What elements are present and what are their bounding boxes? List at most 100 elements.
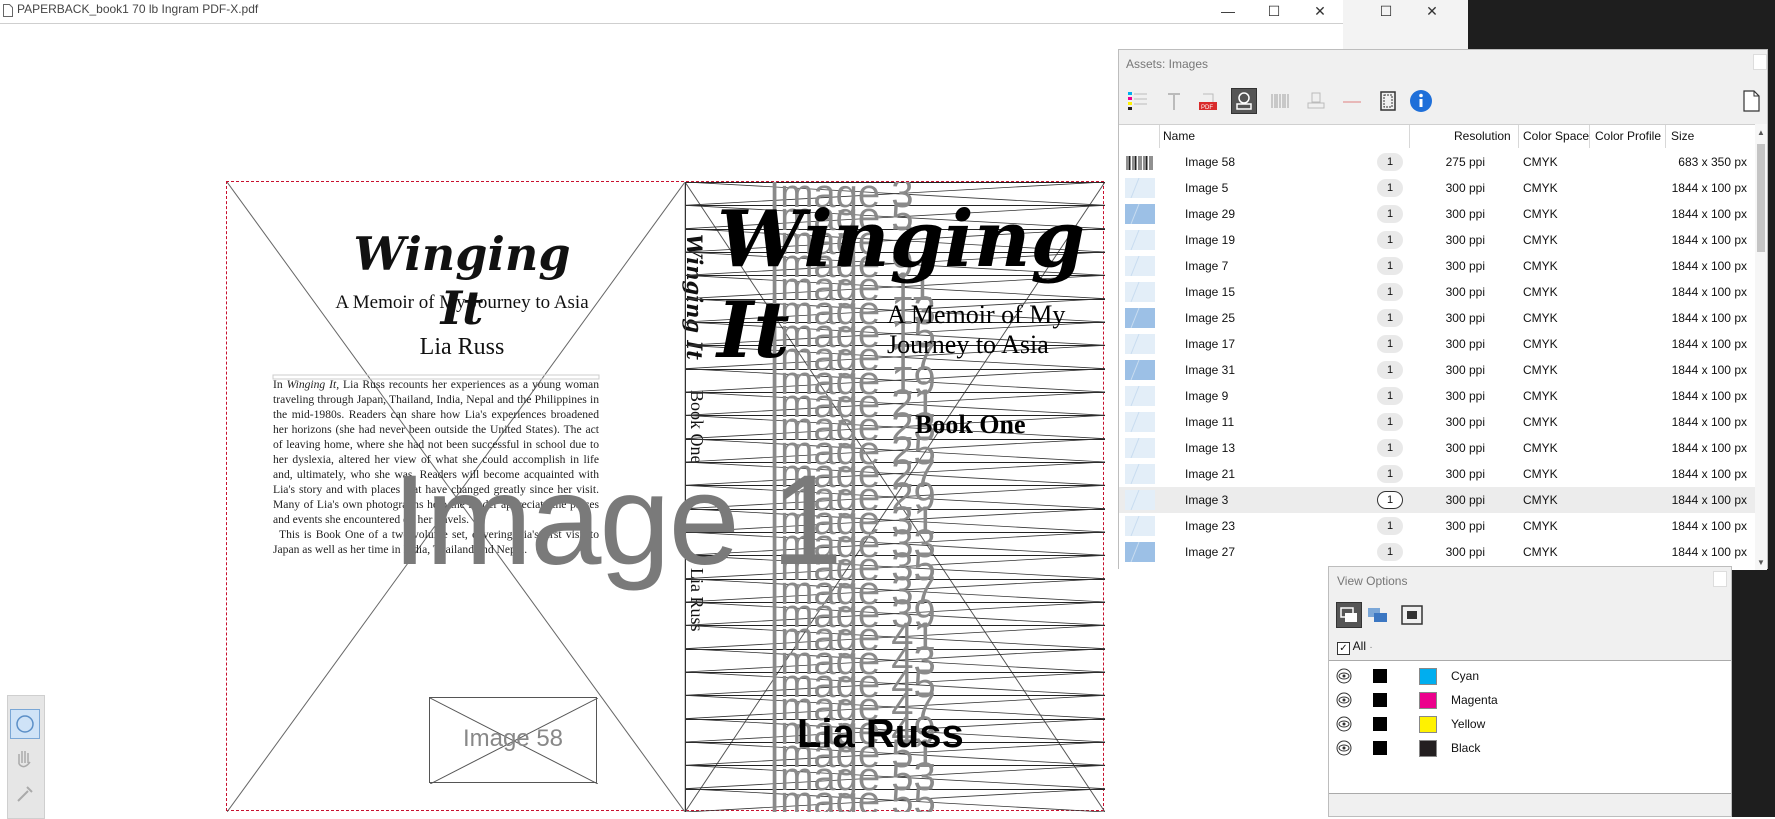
image-thumbnail [1125, 334, 1155, 354]
asset-row[interactable]: Image 3 1 300 ppi CMYK 1844 x 100 px [1119, 487, 1755, 513]
asset-row[interactable]: Image 5 1 300 ppi CMYK 1844 x 100 px [1119, 175, 1755, 201]
column-size[interactable]: Size [1671, 129, 1694, 143]
asset-row[interactable]: Image 11 1 300 ppi CMYK 1844 x 100 px [1119, 409, 1755, 435]
bg-maximize-button[interactable]: ☐ [1363, 0, 1409, 22]
asset-row[interactable]: Image 25 1 300 ppi CMYK 1844 x 100 px [1119, 305, 1755, 331]
hand-icon [18, 751, 31, 768]
asset-color-space: CMYK [1523, 181, 1558, 195]
asset-resolution: 300 ppi [1445, 207, 1485, 221]
asset-size: 1844 x 100 px [1671, 363, 1747, 377]
asset-row[interactable]: Image 23 1 300 ppi CMYK 1844 x 100 px [1119, 513, 1755, 539]
column-color-space[interactable]: Color Space [1523, 129, 1589, 143]
minimize-button[interactable]: — [1205, 0, 1251, 22]
asset-row[interactable]: Image 27 1 300 ppi CMYK 1844 x 100 px [1119, 539, 1755, 565]
asset-row[interactable]: Image 7 1 300 ppi CMYK 1844 x 100 px [1119, 253, 1755, 279]
image-1-label: Image 1 [392, 449, 842, 592]
column-color-profile[interactable]: Color Profile [1595, 129, 1661, 143]
asset-name: Image 23 [1185, 519, 1236, 533]
image-thumbnail [1125, 308, 1155, 328]
asset-row[interactable]: Image 13 1 300 ppi CMYK 1844 x 100 px [1119, 435, 1755, 461]
asset-name: Image 15 [1185, 285, 1236, 299]
checkbox-checked-icon[interactable]: ✓ [1337, 642, 1350, 655]
asset-row[interactable]: Image 15 1 300 ppi CMYK 1844 x 100 px [1119, 279, 1755, 305]
separation-name: Black [1451, 741, 1481, 755]
assets-panel-title: Assets: Images [1126, 57, 1209, 71]
info-icon[interactable] [1408, 88, 1434, 114]
maximize-button[interactable]: ☐ [1251, 0, 1297, 22]
eye-icon[interactable] [1335, 716, 1353, 732]
front-cover-book: Book One [915, 410, 1026, 439]
eye-icon[interactable] [1335, 740, 1353, 756]
back-cover-subtitle: A Memoir of My Journey to Asia [335, 292, 589, 313]
stamp-icon[interactable] [1303, 88, 1329, 114]
assets-scrollbar[interactable]: ▲ ▼ [1755, 124, 1767, 570]
usage-count: 1 [1377, 179, 1403, 197]
blurb-emphasis: Winging It, [286, 378, 340, 391]
asset-color-space: CMYK [1523, 415, 1558, 429]
image-thumbnail [1125, 516, 1155, 536]
select-tool[interactable] [10, 709, 40, 739]
asset-row[interactable]: Image 29 1 300 ppi CMYK 1844 x 100 px [1119, 201, 1755, 227]
asset-row[interactable]: Image 17 1 300 ppi CMYK 1844 x 100 px [1119, 331, 1755, 357]
image-thumbnail [1125, 386, 1155, 406]
images-icon[interactable] [1231, 88, 1257, 114]
column-name[interactable]: Name [1163, 129, 1195, 143]
dropdown-icon[interactable]: · [1369, 642, 1372, 653]
separation-key-swatch[interactable] [1373, 693, 1387, 707]
asset-size: 1844 x 100 px [1671, 285, 1747, 299]
layers-view-button[interactable] [1365, 602, 1391, 628]
usage-count: 1 [1377, 283, 1403, 301]
eye-icon[interactable] [1335, 668, 1353, 684]
eyedropper-tool[interactable] [10, 779, 40, 809]
scroll-down-icon[interactable]: ▼ [1757, 558, 1765, 567]
all-separations-toggle[interactable]: ✓ All · [1337, 639, 1373, 655]
asset-row[interactable]: Image 21 1 300 ppi CMYK 1844 x 100 px [1119, 461, 1755, 487]
asset-color-space: CMYK [1523, 545, 1558, 559]
barcode-icon[interactable] [1267, 88, 1293, 114]
view-options-close-button[interactable] [1713, 571, 1727, 587]
asset-resolution: 300 ppi [1445, 493, 1485, 507]
overprint-view-button[interactable] [1399, 602, 1425, 628]
close-button[interactable]: ✕ [1297, 0, 1343, 22]
separation-view-button[interactable] [1336, 602, 1362, 628]
separation-key-swatch[interactable] [1373, 741, 1387, 755]
asset-color-space: CMYK [1523, 233, 1558, 247]
hand-tool[interactable] [10, 744, 40, 774]
image-thumbnail [1125, 542, 1155, 562]
panel-close-button[interactable] [1753, 54, 1767, 70]
asset-name: Image 58 [1185, 155, 1236, 169]
assets-toolbar: PDF [1119, 78, 1767, 123]
asset-size: 1844 x 100 px [1671, 467, 1747, 481]
text-icon[interactable] [1161, 88, 1187, 114]
eye-icon[interactable] [1335, 692, 1353, 708]
column-resolution[interactable]: Resolution [1454, 129, 1511, 143]
bg-close-button[interactable]: ✕ [1409, 0, 1455, 22]
separation-name: Yellow [1451, 717, 1486, 731]
separations-icon[interactable] [1125, 88, 1151, 114]
separation-color-swatch [1419, 668, 1437, 685]
page-box-icon[interactable] [1375, 88, 1401, 114]
assets-panel: Assets: Images PDF Name Resolution Color… [1118, 49, 1768, 570]
scroll-thumb[interactable] [1757, 144, 1765, 252]
line-icon[interactable] [1339, 88, 1365, 114]
separation-key-swatch[interactable] [1373, 669, 1387, 683]
asset-row[interactable]: Image 9 1 300 ppi CMYK 1844 x 100 px [1119, 383, 1755, 409]
window-titlebar: PAPERBACK_book1 70 lb Ingram PDF-X.pdf —… [0, 0, 1343, 24]
asset-row[interactable]: Image 58 1 275 ppi CMYK 683 x 350 px [1119, 149, 1755, 175]
document-icon[interactable] [1738, 88, 1764, 114]
asset-row[interactable]: Image 19 1 300 ppi CMYK 1844 x 100 px [1119, 227, 1755, 253]
asset-size: 1844 x 100 px [1671, 181, 1747, 195]
scroll-up-icon[interactable]: ▲ [1757, 128, 1765, 137]
barcode-thumbnail [1126, 156, 1153, 170]
asset-resolution: 300 ppi [1445, 285, 1485, 299]
asset-row[interactable]: Image 31 1 300 ppi CMYK 1844 x 100 px [1119, 357, 1755, 383]
pdf-icon[interactable]: PDF [1195, 88, 1221, 114]
asset-resolution: 300 ppi [1445, 519, 1485, 533]
separation-key-swatch[interactable] [1373, 717, 1387, 731]
usage-count: 1 [1377, 153, 1403, 171]
asset-resolution: 300 ppi [1445, 415, 1485, 429]
asset-resolution: 300 ppi [1445, 181, 1485, 195]
image-thumbnail [1125, 256, 1155, 276]
usage-count: 1 [1377, 413, 1403, 431]
view-options-title: View Options [1337, 574, 1408, 588]
